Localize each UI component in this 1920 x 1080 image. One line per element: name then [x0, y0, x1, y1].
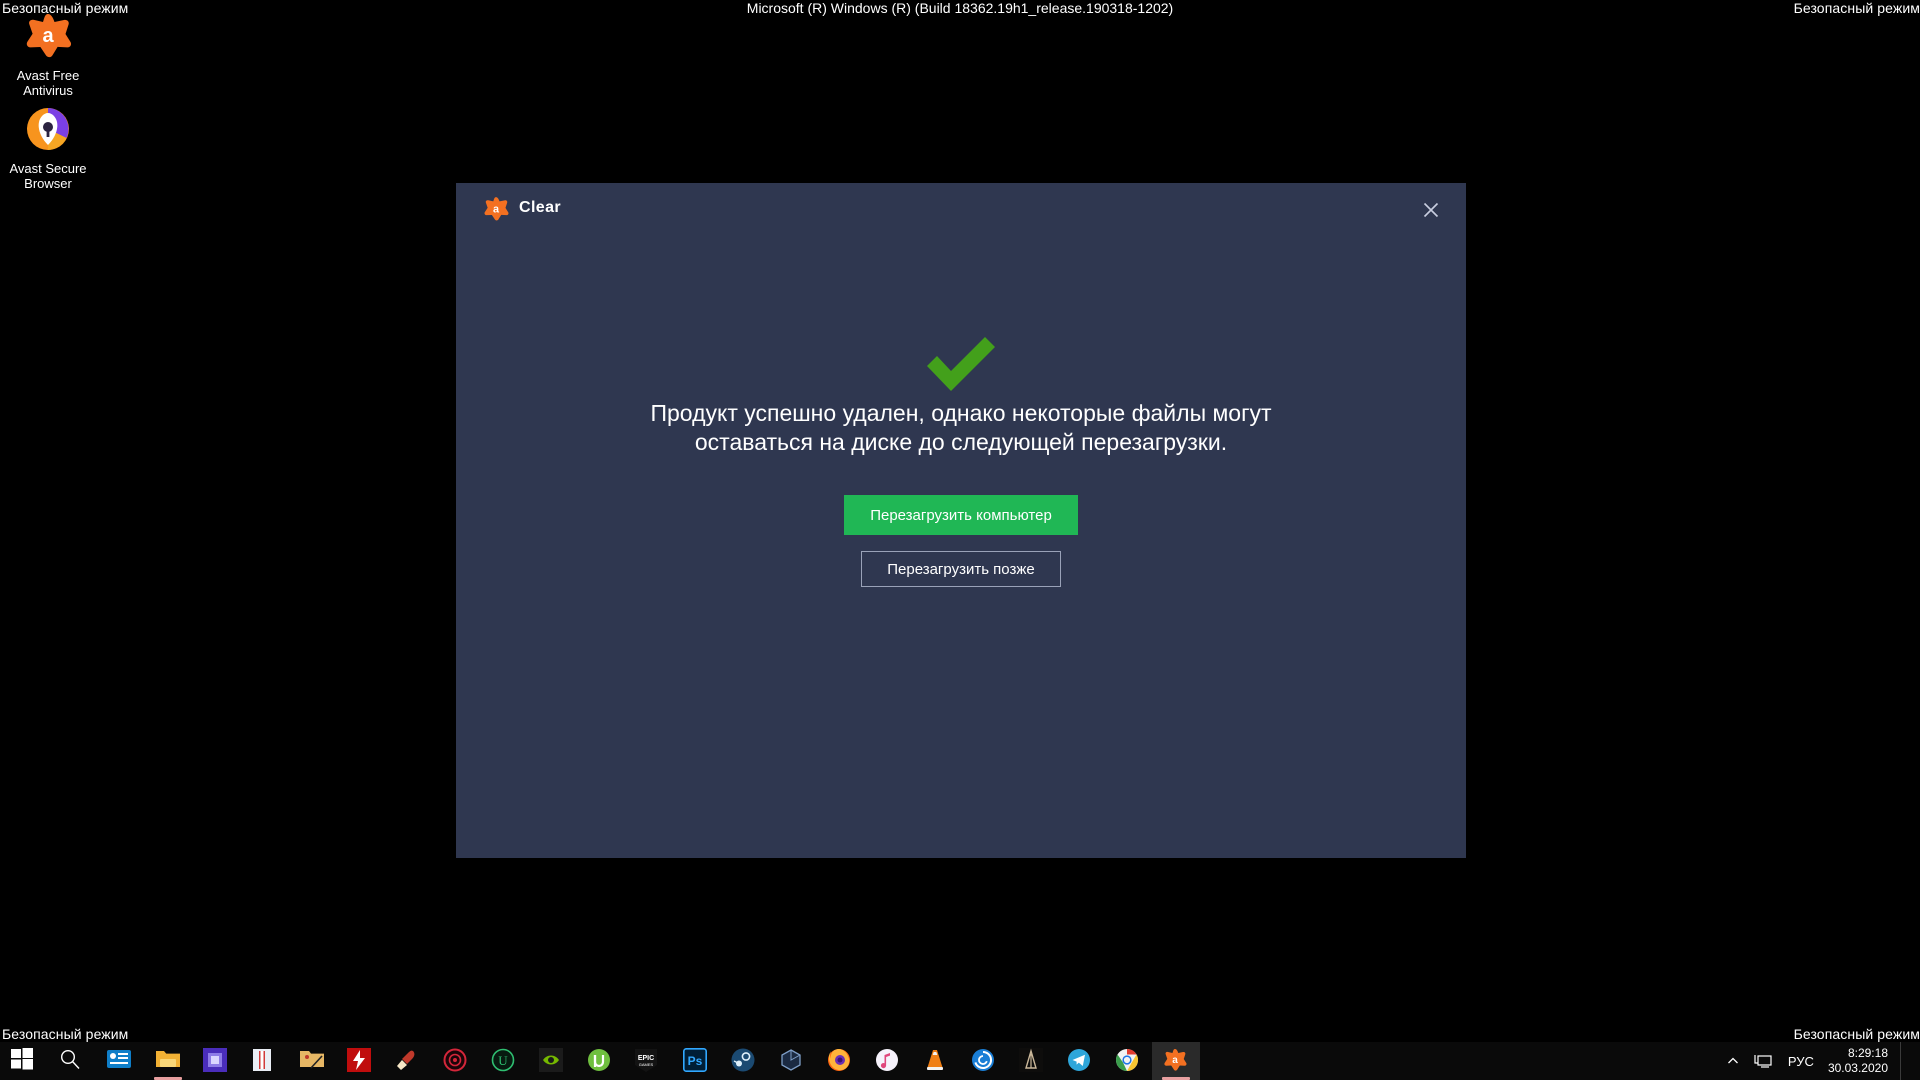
- language-indicator[interactable]: РУС: [1778, 1042, 1824, 1080]
- search-icon: [59, 1048, 85, 1074]
- thermometer-icon: [251, 1048, 277, 1074]
- svg-text:U: U: [498, 1053, 508, 1068]
- telegram-icon: [1067, 1048, 1093, 1074]
- task-view-icon: [107, 1048, 133, 1074]
- flash-app-button[interactable]: [336, 1042, 384, 1080]
- svg-text:a: a: [493, 203, 500, 215]
- avast-clear-dialog: a Clear Продукт успешно удален, однако н…: [456, 183, 1466, 858]
- windows-logo-icon: [11, 1048, 37, 1074]
- epic-games-icon: EPIC GAMES: [635, 1048, 661, 1074]
- system-tray: РУС 8:29:18 30.03.2020: [1718, 1042, 1920, 1080]
- broom-icon: [395, 1048, 421, 1074]
- safe-mode-watermark-bottom-left: Безопасный режим: [2, 1026, 129, 1042]
- search-button[interactable]: [48, 1042, 96, 1080]
- start-button[interactable]: [0, 1042, 48, 1080]
- iobit-uninstaller-button[interactable]: [432, 1042, 480, 1080]
- cpu-chip-icon: [203, 1048, 229, 1074]
- avast-logo-icon: a: [483, 196, 509, 222]
- dialog-title-bar: a Clear: [456, 183, 1466, 235]
- taskbar-items: U EPIC GAMES Ps a: [0, 1042, 1200, 1080]
- ubisoft-spiral-icon: [971, 1048, 997, 1074]
- dialog-message-line-1: Продукт успешно удален, однако некоторые…: [650, 400, 1272, 426]
- photo-folder-icon: [299, 1048, 325, 1074]
- dialog-title: Clear: [519, 199, 562, 216]
- desktop-screen: Безопасный режим Безопасный режим Безопа…: [0, 0, 1920, 1080]
- close-icon[interactable]: [1414, 193, 1448, 227]
- desktop-icon-avast-secure-browser[interactable]: Avast Secure Browser: [0, 105, 96, 191]
- file-explorer-button[interactable]: [144, 1042, 192, 1080]
- photo-editor-button[interactable]: [288, 1042, 336, 1080]
- folder-icon: [155, 1048, 181, 1074]
- virtualbox-button[interactable]: [768, 1042, 816, 1080]
- firefox-icon: [827, 1048, 853, 1074]
- nvidia-eye-icon: [539, 1048, 565, 1074]
- photoshop-icon: Ps: [683, 1048, 709, 1074]
- utorrent-icon: [587, 1048, 613, 1074]
- checkmark-icon: [456, 235, 1466, 391]
- utorrent-button[interactable]: [576, 1042, 624, 1080]
- steam-button[interactable]: [720, 1042, 768, 1080]
- red-target-icon: [443, 1048, 469, 1074]
- taskbar: U EPIC GAMES Ps a РУС 8:29:18 30.03.2020: [0, 1042, 1920, 1080]
- cpu-z-button[interactable]: [192, 1042, 240, 1080]
- svg-text:a: a: [42, 25, 54, 47]
- red-lightning-icon: [347, 1048, 373, 1074]
- task-view-button[interactable]: [96, 1042, 144, 1080]
- vlc-cone-icon: [923, 1048, 949, 1074]
- svg-text:Ps: Ps: [688, 1054, 703, 1068]
- safe-mode-watermark-bottom-right: Безопасный режим: [1793, 1026, 1920, 1042]
- epic-games-button[interactable]: EPIC GAMES: [624, 1042, 672, 1080]
- nvidia-control-panel-button[interactable]: [528, 1042, 576, 1080]
- avast-logo-icon: a: [0, 12, 96, 64]
- telegram-button[interactable]: [1056, 1042, 1104, 1080]
- vlc-button[interactable]: [912, 1042, 960, 1080]
- clock[interactable]: 8:29:18 30.03.2020: [1824, 1042, 1900, 1080]
- uninstall-tool-button[interactable]: U: [480, 1042, 528, 1080]
- ubisoft-connect-button[interactable]: [960, 1042, 1008, 1080]
- svg-text:GAMES: GAMES: [639, 1062, 654, 1067]
- svg-text:a: a: [1172, 1055, 1178, 1066]
- thermometer-app-button[interactable]: [240, 1042, 288, 1080]
- green-u-icon: U: [491, 1048, 517, 1074]
- clock-date: 30.03.2020: [1827, 1061, 1888, 1075]
- clock-time: 8:29:18: [1847, 1046, 1888, 1060]
- firefox-button[interactable]: [816, 1042, 864, 1080]
- dialog-message-line-2: оставаться на диске до следующей перезаг…: [694, 429, 1228, 455]
- restart-later-button[interactable]: Перезагрузить позже: [861, 551, 1061, 587]
- itunes-icon: [875, 1048, 901, 1074]
- safe-mode-watermark-top-right: Безопасный режим: [1793, 0, 1920, 16]
- game-arrow-icon: [1019, 1048, 1045, 1074]
- desktop-icon-label: Avast Free Antivirus: [16, 68, 80, 98]
- notification-center-button[interactable]: [1900, 1042, 1914, 1080]
- avast-uninstall-button[interactable]: a: [1152, 1042, 1200, 1080]
- photoshop-button[interactable]: Ps: [672, 1042, 720, 1080]
- steam-icon: [731, 1048, 757, 1074]
- windows-build-watermark: Microsoft (R) Windows (R) (Build 18362.1…: [746, 0, 1174, 16]
- game-launcher-button[interactable]: [1008, 1042, 1056, 1080]
- chrome-icon: [1115, 1048, 1141, 1074]
- dialog-body: Продукт успешно удален, однако некоторые…: [456, 235, 1466, 858]
- avast-logo-icon: a: [1163, 1048, 1189, 1074]
- chevron-up-icon[interactable]: [1718, 1042, 1748, 1080]
- svg-text:EPIC: EPIC: [638, 1055, 654, 1062]
- restart-computer-button[interactable]: Перезагрузить компьютер: [844, 495, 1078, 535]
- chrome-button[interactable]: [1104, 1042, 1152, 1080]
- desktop-icon-label: Avast Secure Browser: [9, 161, 87, 191]
- avast-browser-icon: [0, 105, 96, 157]
- itunes-button[interactable]: [864, 1042, 912, 1080]
- virtualbox-icon: [779, 1048, 805, 1074]
- network-monitor-icon[interactable]: [1748, 1042, 1778, 1080]
- dialog-message: Продукт успешно удален, однако некоторые…: [456, 399, 1466, 457]
- desktop-icon-avast-free-antivirus[interactable]: a Avast Free Antivirus: [0, 12, 96, 98]
- ccleaner-button[interactable]: [384, 1042, 432, 1080]
